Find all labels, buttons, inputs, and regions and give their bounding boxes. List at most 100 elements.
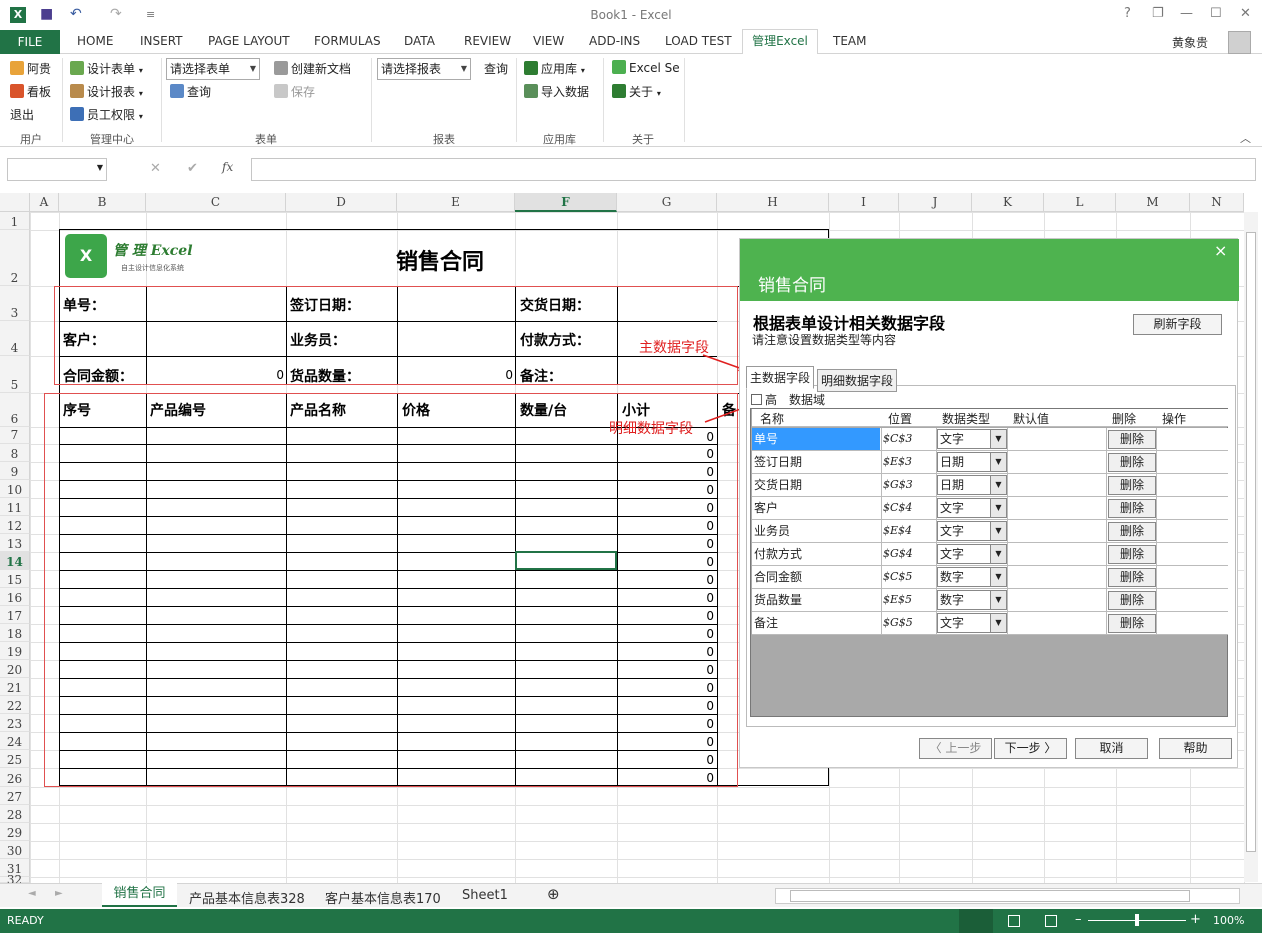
next-sheet-icon[interactable]: ► xyxy=(55,888,63,899)
chevron-down-icon: ▼ xyxy=(990,545,1006,563)
tab-master-fields[interactable]: 主数据字段 xyxy=(746,366,815,389)
add-sheet-icon[interactable]: ⊕ xyxy=(547,885,560,903)
zoom-in-icon[interactable]: + xyxy=(1190,912,1201,927)
help-dialog-button[interactable]: 帮助 xyxy=(1159,738,1232,759)
field-cell-divider xyxy=(881,589,882,612)
delete-field-button[interactable]: 删除 xyxy=(1108,591,1156,610)
cancel-button[interactable]: 取消 xyxy=(1075,738,1148,759)
field-cell-divider xyxy=(1007,543,1008,566)
advanced-label-suffix: 数据域 xyxy=(789,393,826,407)
delete-field-button[interactable]: 删除 xyxy=(1108,430,1156,449)
field-position: $E$5 xyxy=(883,593,913,606)
field-type-dropdown[interactable]: 文字 ▼ xyxy=(937,613,1007,633)
field-cell-divider xyxy=(936,520,937,543)
delete-field-button[interactable]: 删除 xyxy=(1108,476,1156,495)
field-cell-divider xyxy=(936,566,937,589)
tab-detail-fields[interactable]: 明细数据字段 xyxy=(817,369,898,392)
field-cell-divider xyxy=(1156,451,1157,474)
header-default: 默认值 xyxy=(1013,412,1050,426)
dialog-close-icon[interactable]: × xyxy=(1214,241,1227,260)
field-cell-divider xyxy=(1106,474,1107,497)
field-type-dropdown[interactable]: 日期 ▼ xyxy=(937,475,1007,495)
field-name[interactable]: 合同金额 xyxy=(752,566,880,588)
header-delete: 删除 xyxy=(1112,412,1137,426)
field-cell-divider xyxy=(1156,497,1157,520)
field-cell-divider xyxy=(1007,520,1008,543)
field-name[interactable]: 单号 xyxy=(752,428,880,450)
field-cell-divider xyxy=(881,451,882,474)
field-row[interactable]: 货品数量 $E$5 数字 ▼ 删除 xyxy=(752,589,1228,612)
chevron-down-icon: ▼ xyxy=(990,568,1006,586)
field-row[interactable]: 签订日期 $E$3 日期 ▼ 删除 xyxy=(752,451,1228,474)
advanced-label-prefix: 高 xyxy=(765,393,778,407)
field-row[interactable]: 备注 $G$5 文字 ▼ 删除 xyxy=(752,612,1228,635)
refresh-fields-button[interactable]: 刷新字段 xyxy=(1133,314,1222,335)
field-cell-divider xyxy=(1007,451,1008,474)
sheet-tab[interactable]: 产品基本信息表328 xyxy=(189,888,305,907)
field-cell-divider xyxy=(936,497,937,520)
field-cell-divider xyxy=(936,428,937,451)
field-cell-divider xyxy=(1156,428,1157,451)
field-type-value: 文字 xyxy=(940,432,965,446)
field-cell-divider xyxy=(1106,543,1107,566)
field-name[interactable]: 货品数量 xyxy=(752,589,880,611)
sheet-tab-active[interactable]: 销售合同 xyxy=(102,883,177,907)
field-position: $C$4 xyxy=(883,501,913,514)
zoom-out-icon[interactable]: – xyxy=(1075,912,1082,927)
advanced-checkbox[interactable] xyxy=(751,394,762,405)
prev-button[interactable]: 〈 上一步 xyxy=(919,738,992,759)
field-row[interactable]: 客户 $C$4 文字 ▼ 删除 xyxy=(752,497,1228,520)
field-name[interactable]: 业务员 xyxy=(752,520,880,542)
page-layout-view-icon[interactable] xyxy=(1008,915,1020,927)
field-row[interactable]: 业务员 $E$4 文字 ▼ 删除 xyxy=(752,520,1228,543)
sheet-tab-label: 销售合同 xyxy=(113,886,166,901)
field-row[interactable]: 交货日期 $G$3 日期 ▼ 删除 xyxy=(752,474,1228,497)
page-break-view-icon[interactable] xyxy=(1045,915,1057,927)
zoom-level[interactable]: 100% xyxy=(1213,914,1244,927)
field-type-dropdown[interactable]: 数字 ▼ xyxy=(937,567,1007,587)
field-name[interactable]: 客户 xyxy=(752,497,880,519)
field-type-dropdown[interactable]: 数字 ▼ xyxy=(937,590,1007,610)
field-cell-divider xyxy=(881,474,882,497)
delete-field-button[interactable]: 删除 xyxy=(1108,568,1156,587)
sheet-tab[interactable]: 客户基本信息表170 xyxy=(325,888,441,907)
field-type-dropdown[interactable]: 日期 ▼ xyxy=(937,452,1007,472)
delete-field-button[interactable]: 删除 xyxy=(1108,545,1156,564)
delete-field-button[interactable]: 删除 xyxy=(1108,614,1156,633)
field-cell-divider xyxy=(881,566,882,589)
horizontal-scrollbar[interactable] xyxy=(775,888,1240,904)
field-cell-divider xyxy=(936,589,937,612)
zoom-slider-thumb[interactable] xyxy=(1135,914,1139,926)
field-cell-divider xyxy=(1106,612,1107,635)
field-type-dropdown[interactable]: 文字 ▼ xyxy=(937,521,1007,541)
field-position: $G$4 xyxy=(883,547,913,560)
field-name[interactable]: 备注 xyxy=(752,612,880,634)
delete-field-button[interactable]: 删除 xyxy=(1108,499,1156,518)
field-type-dropdown[interactable]: 文字 ▼ xyxy=(937,498,1007,518)
field-row[interactable]: 合同金额 $C$5 数字 ▼ 删除 xyxy=(752,566,1228,589)
prev-sheet-icon[interactable]: ◄ xyxy=(28,888,36,899)
field-name[interactable]: 签订日期 xyxy=(752,451,880,473)
scroll-thumb[interactable] xyxy=(1246,232,1256,852)
field-row[interactable]: 单号 $C$3 文字 ▼ 删除 xyxy=(752,428,1228,451)
dialog-header: 销售合同 × xyxy=(740,239,1239,301)
delete-field-button[interactable]: 删除 xyxy=(1108,453,1156,472)
next-button[interactable]: 下一步 〉 xyxy=(994,738,1067,759)
delete-field-button[interactable]: 删除 xyxy=(1108,522,1156,541)
chevron-down-icon: ▼ xyxy=(990,499,1006,517)
field-cell-divider xyxy=(1156,612,1157,635)
field-type-value: 日期 xyxy=(940,455,965,469)
chevron-down-icon: ▼ xyxy=(990,522,1006,540)
sheet-tab[interactable]: Sheet1 xyxy=(462,888,508,903)
field-type-dropdown[interactable]: 文字 ▼ xyxy=(937,544,1007,564)
dialog-title: 销售合同 xyxy=(758,276,826,296)
normal-view-icon[interactable] xyxy=(959,909,993,933)
chevron-down-icon: ▼ xyxy=(990,453,1006,471)
vertical-scrollbar[interactable] xyxy=(1244,212,1258,882)
field-name[interactable]: 付款方式 xyxy=(752,543,880,565)
field-type-dropdown[interactable]: 文字 ▼ xyxy=(937,429,1007,449)
field-row[interactable]: 付款方式 $G$4 文字 ▼ 删除 xyxy=(752,543,1228,566)
field-cell-divider xyxy=(936,612,937,635)
hscroll-thumb[interactable] xyxy=(790,890,1190,902)
field-name[interactable]: 交货日期 xyxy=(752,474,880,496)
